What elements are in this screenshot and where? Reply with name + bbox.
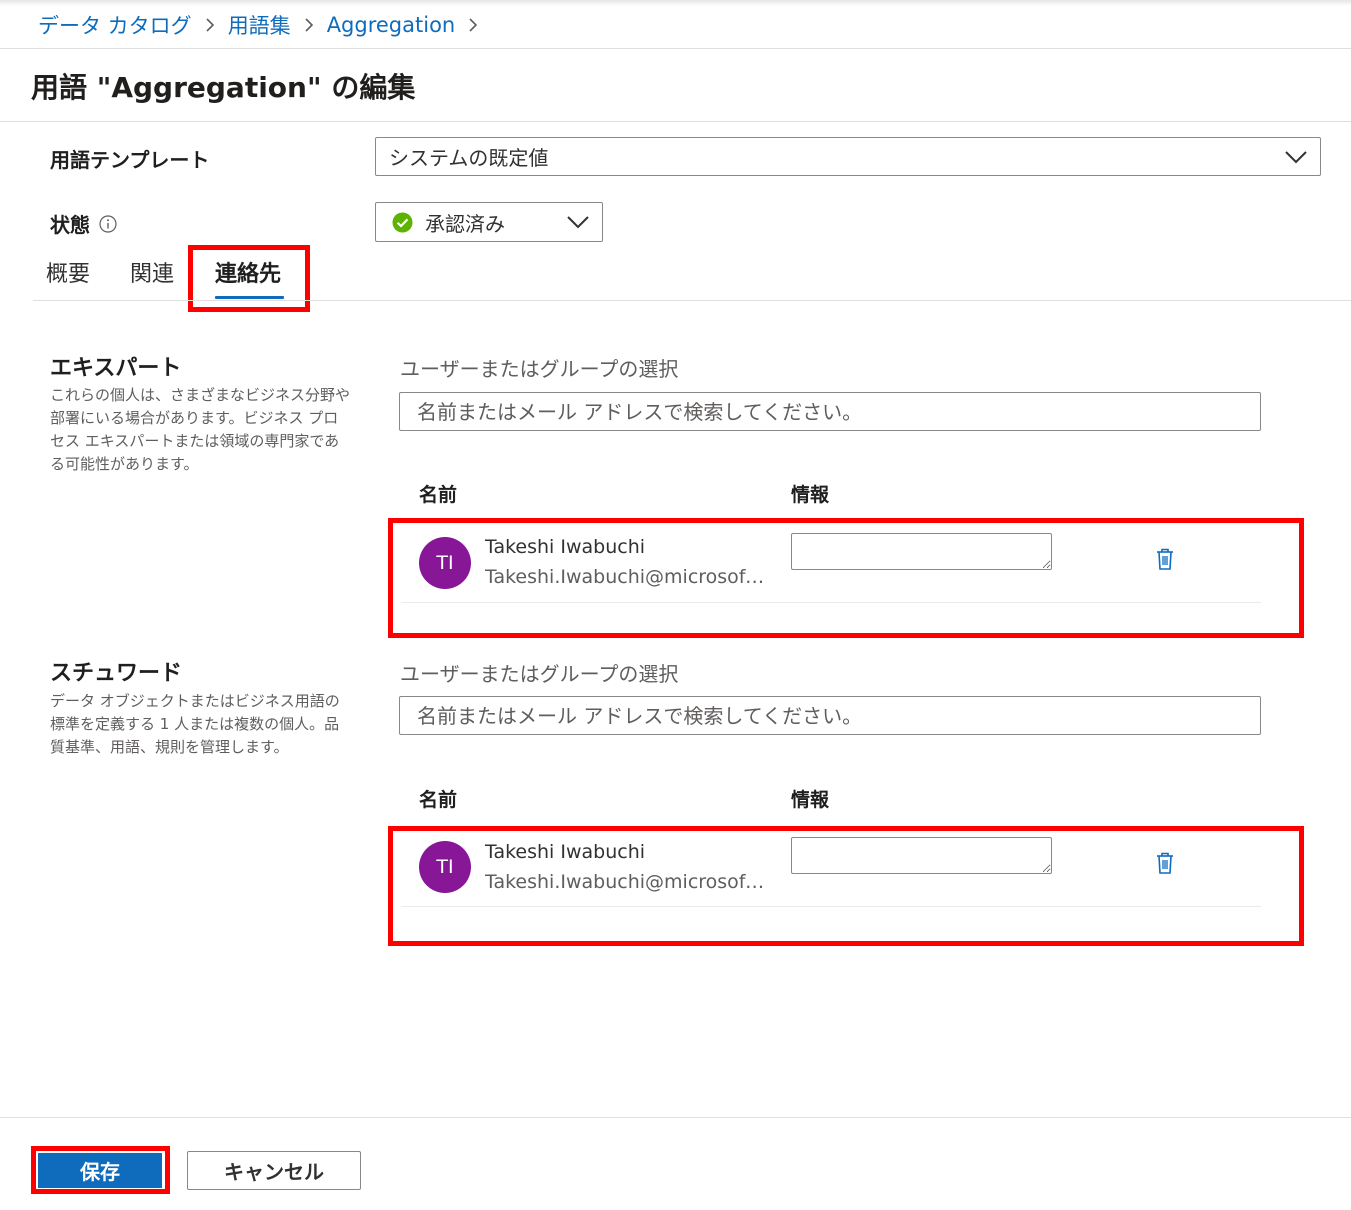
cancel-button[interactable]: キャンセル [187,1151,361,1190]
chevron-down-icon [1285,150,1307,163]
chevron-down-icon [567,216,589,229]
status-label: 状態 [50,213,90,237]
chevron-right-icon [304,17,314,33]
stewards-col-name: 名前 [419,789,458,811]
stewards-description: データ オブジェクトまたはビジネス用語の標準を定義する 1 人または複数の個人。… [50,692,340,756]
check-circle-icon [392,212,413,232]
highlight-tab [188,245,310,312]
template-value: システムの既定値 [389,146,549,170]
status-value: 承認済み [425,211,505,236]
highlight-experts-row [388,518,1304,638]
experts-select-label: ユーザーまたはグループの選択 [400,357,679,381]
tab-overview[interactable]: 概要 [46,256,90,288]
stewards-title: スチュワード [50,661,183,686]
status-dropdown[interactable]: 承認済み [375,202,603,242]
breadcrumb-glossary[interactable]: 用語集 [228,10,291,40]
stewards-select-label: ユーザーまたはグループの選択 [400,662,679,686]
experts-title: エキスパート [50,356,182,381]
info-icon[interactable] [99,214,117,233]
stewards-col-info: 情報 [791,789,830,811]
status-label-wrap: 状態 [50,209,117,238]
experts-col-info: 情報 [791,484,830,506]
experts-description: これらの個人は、さまざまなビジネス分野や部署にいる場合があります。ビジネス プロ… [50,386,351,473]
footer-divider [0,1117,1351,1118]
template-dropdown[interactable]: システムの既定値 [375,137,1321,176]
top-shade [0,0,1351,6]
tab-related[interactable]: 関連 [130,256,174,288]
highlight-save [31,1146,170,1194]
highlight-stewards-row [388,826,1304,946]
title-divider [0,121,1351,122]
header-divider [0,48,1351,49]
stewards-search-input[interactable] [399,696,1261,735]
experts-col-name: 名前 [419,484,458,506]
experts-search-input[interactable] [399,392,1261,431]
chevron-right-icon [468,17,478,33]
breadcrumb-term[interactable]: Aggregation [327,13,456,37]
chevron-right-icon [205,17,215,33]
tabs-divider [33,300,1351,301]
page-title: 用語 "Aggregation" の編集 [31,71,416,104]
breadcrumb-data-catalog[interactable]: データ カタログ [38,10,192,40]
breadcrumb: データ カタログ 用語集 Aggregation [38,10,491,40]
template-label: 用語テンプレート [50,148,210,172]
